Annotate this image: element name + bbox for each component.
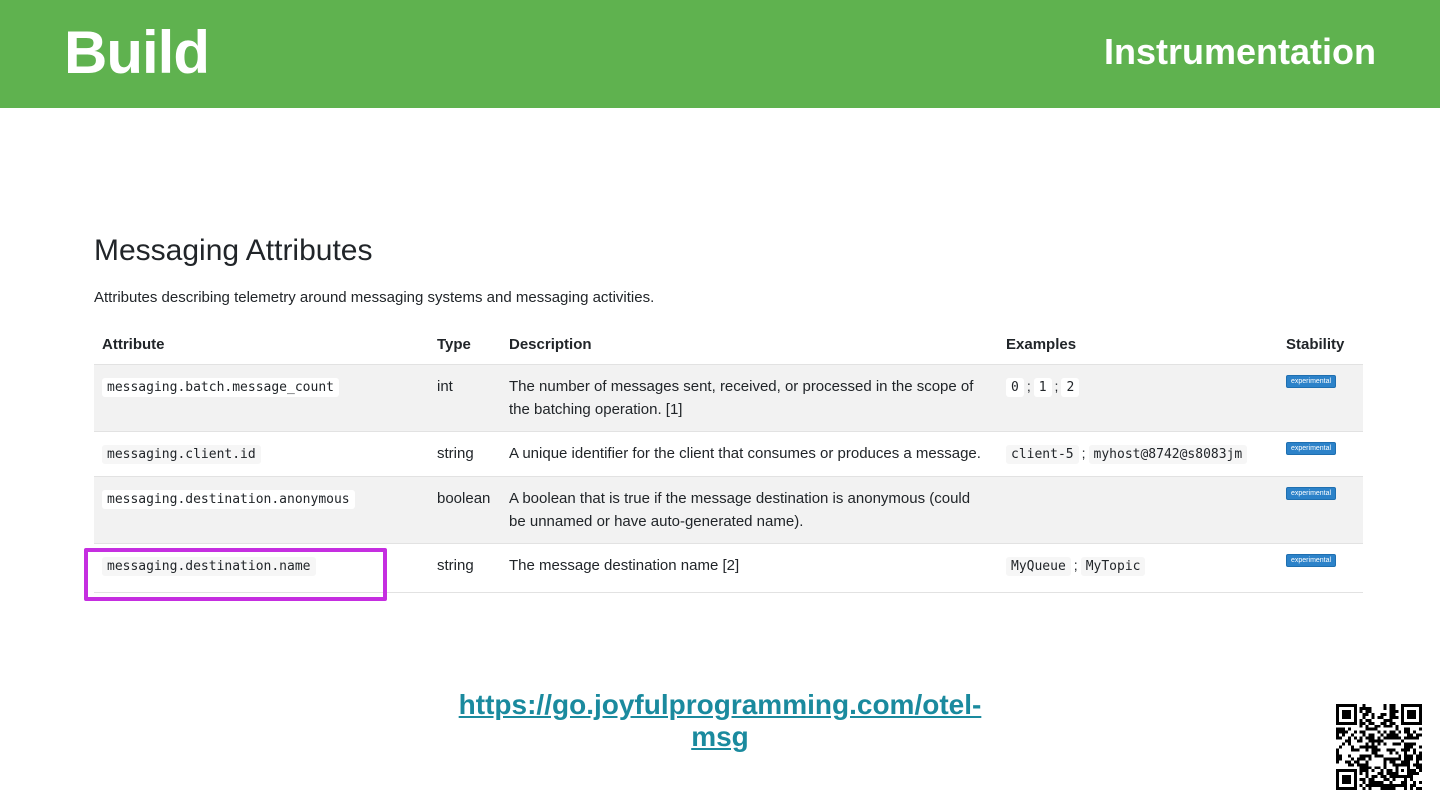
example-value: 0 (1006, 377, 1024, 397)
example-value: 2 (1061, 377, 1080, 397)
type-cell: string (429, 430, 501, 476)
example-value: client-5 (1006, 444, 1079, 464)
qr-code-icon (1336, 704, 1422, 790)
table-row: messaging.batch.message_count int The nu… (94, 363, 1363, 431)
header-banner: Build Instrumentation (0, 0, 1440, 108)
stability-cell: experimental (1278, 542, 1363, 593)
example-value: 1 (1033, 377, 1052, 397)
doc-heading: Messaging Attributes (94, 234, 373, 267)
doc-intro: Attributes describing telemetry around m… (94, 289, 655, 306)
stability-badge: experimental (1286, 374, 1337, 388)
attribute-name[interactable]: messaging.destination.anonymous (102, 489, 355, 509)
attribute-name[interactable]: messaging.batch.message_count (102, 377, 339, 397)
type-cell: string (429, 542, 501, 593)
slide-title: Build (64, 19, 210, 86)
column-header-description: Description (509, 336, 592, 354)
description-cell: The message destination name [2] (501, 542, 998, 593)
table-header-row: Attribute Type Description Examples Stab… (94, 326, 1363, 364)
example-value: MyTopic (1080, 556, 1146, 576)
attribute-cell: messaging.client.id (94, 430, 429, 476)
description-cell: A unique identifier for the client that … (501, 430, 998, 476)
column-header-examples: Examples (1006, 336, 1077, 354)
examples-cell: client-5; myhost@8742@s8083jm (998, 430, 1278, 476)
type-cell: boolean (429, 475, 501, 543)
highlight-annotation (84, 548, 387, 601)
type-cell: int (429, 363, 501, 431)
example-separator: ; (1081, 444, 1086, 461)
attribute-cell: messaging.batch.message_count (94, 363, 429, 431)
attribute-name[interactable]: messaging.client.id (102, 444, 261, 464)
example-separator: ; (1073, 556, 1078, 573)
example-separator: ; (1054, 377, 1059, 394)
examples-cell: MyQueue; MyTopic (998, 542, 1278, 593)
stability-cell: experimental (1278, 363, 1363, 431)
examples-cell: 0; 1; 2 (998, 363, 1278, 431)
column-header-attribute: Attribute (102, 336, 165, 354)
stability-cell: experimental (1278, 430, 1363, 476)
table-row: messaging.client.id string A unique iden… (94, 430, 1363, 476)
table-row: messaging.destination.anonymous boolean … (94, 475, 1363, 543)
stability-badge: experimental (1286, 441, 1337, 455)
stability-cell: experimental (1278, 475, 1363, 543)
stability-badge: experimental (1286, 553, 1337, 567)
example-value: MyQueue (1006, 556, 1071, 576)
column-header-type: Type (437, 336, 471, 354)
description-cell: The number of messages sent, received, o… (501, 363, 998, 431)
example-value: myhost@8742@s8083jm (1088, 444, 1248, 464)
qr-code-icon (1336, 704, 1422, 790)
stability-badge: experimental (1286, 486, 1337, 500)
column-header-stability: Stability (1286, 336, 1345, 354)
description-cell: A boolean that is true if the message de… (501, 475, 998, 543)
examples-cell (998, 475, 1278, 543)
resource-link[interactable]: https://go.joyfulprogramming.com/otel-ms… (430, 689, 1010, 753)
example-separator: ; (1026, 377, 1031, 394)
attribute-cell: messaging.destination.anonymous (94, 475, 429, 543)
section-label: Instrumentation (1103, 31, 1376, 72)
